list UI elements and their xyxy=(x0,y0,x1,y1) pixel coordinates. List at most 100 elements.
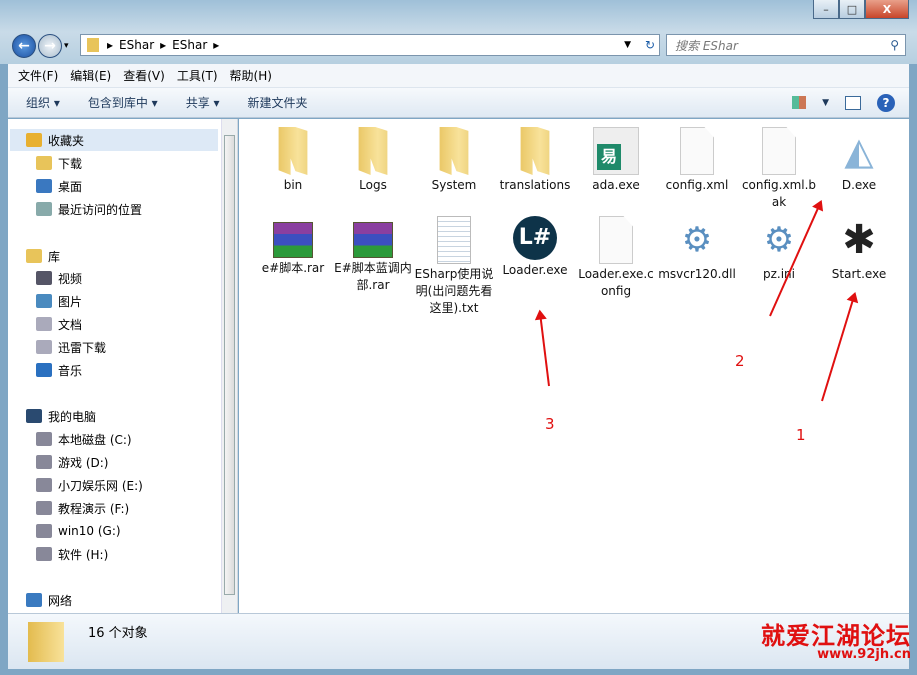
sidebar-item-label: win10 (G:) xyxy=(58,524,121,538)
sidebar-item[interactable]: 库 xyxy=(26,245,60,267)
menu-file[interactable]: 文件(F) xyxy=(18,67,58,84)
item-count: 16 个对象 xyxy=(88,626,148,641)
sidebar-item[interactable]: 最近访问的位置 xyxy=(36,198,142,220)
sidebar-item-label: 图片 xyxy=(58,294,83,309)
sidebar-item-label: 视频 xyxy=(58,271,83,286)
sidebar-item-label: 文档 xyxy=(58,317,83,332)
file-item[interactable]: ESharp使用说明(出问题先看这里).txt xyxy=(414,216,494,317)
search-input[interactable]: 搜索 EShar ⚲ xyxy=(666,34,906,56)
file-name: Start.exe xyxy=(831,267,887,281)
recent-pages-dropdown[interactable]: ▾ xyxy=(64,41,69,51)
annotation-number: 1 xyxy=(796,426,806,444)
include-library-button[interactable]: 包含到库中 ▾ xyxy=(88,94,158,111)
sidebar-item-label: 桌面 xyxy=(58,179,83,194)
sidebar-item[interactable]: 教程演示 (F:) xyxy=(36,497,129,519)
file-item[interactable]: L# Loader.exe xyxy=(495,216,575,279)
folder-icon xyxy=(520,127,550,175)
file-item[interactable]: e#脚本.rar xyxy=(253,216,333,277)
menu-view[interactable]: 查看(V) xyxy=(123,67,165,84)
file-item[interactable]: ⚙ msvcr120.dll xyxy=(657,216,737,283)
library-icon xyxy=(26,249,42,263)
sidebar-item-label: 我的电脑 xyxy=(48,409,97,424)
sidebar-item[interactable]: win10 (G:) xyxy=(36,520,121,542)
file-name: ada.exe xyxy=(592,178,640,192)
sidebar-item[interactable]: 桌面 xyxy=(36,175,82,197)
change-view-icon[interactable] xyxy=(792,96,807,109)
doc-file-icon xyxy=(762,127,796,175)
new-folder-button[interactable]: 新建文件夹 xyxy=(248,94,308,111)
sidebar-item[interactable]: 我的电脑 xyxy=(26,405,96,427)
scrollbar[interactable] xyxy=(221,119,237,613)
sidebar-item[interactable]: 本地磁盘 (C:) xyxy=(36,428,132,450)
refresh-icon[interactable]: ↻ xyxy=(645,38,655,52)
sidebar-item[interactable]: 音乐 xyxy=(36,359,82,381)
sidebar-item[interactable]: 网络 xyxy=(26,589,72,611)
menu-tools[interactable]: 工具(T) xyxy=(177,67,218,84)
sidebar-item-label: 网络 xyxy=(48,593,73,608)
breadcrumb-item[interactable]: EShar xyxy=(119,38,154,52)
sidebar-item[interactable]: 下载 xyxy=(36,152,82,174)
close-button[interactable]: X xyxy=(865,0,909,19)
file-item[interactable]: 易 ada.exe xyxy=(576,127,656,194)
file-item[interactable]: bin xyxy=(253,127,333,194)
file-name: System xyxy=(431,178,477,192)
sidebar-item[interactable]: 收藏夹 xyxy=(10,129,218,151)
menu-bar: 文件(F) 编辑(E) 查看(V) 工具(T) 帮助(H) xyxy=(8,64,909,88)
help-icon[interactable]: ? xyxy=(877,93,895,112)
preview-pane-icon[interactable] xyxy=(845,95,861,110)
sidebar-item[interactable]: 图片 xyxy=(36,290,82,312)
file-name: E#脚本蓝调内部.rar xyxy=(334,261,412,292)
view-dropdown-icon[interactable]: ▼ xyxy=(822,98,829,108)
file-item[interactable]: Loader.exe.config xyxy=(576,216,656,300)
scrollbar-thumb[interactable] xyxy=(224,135,235,595)
minimize-button[interactable]: – xyxy=(813,0,839,19)
gear-file-icon: ⚙ xyxy=(681,220,713,260)
sidebar-item-label: 库 xyxy=(48,249,61,264)
sidebar-item-label: 教程演示 (F:) xyxy=(58,501,130,516)
organize-button[interactable]: 组织 ▾ xyxy=(26,94,60,111)
file-name: config.xml.bak xyxy=(741,178,817,209)
sidebar-item-label: 最近访问的位置 xyxy=(58,202,143,217)
file-name: D.exe xyxy=(841,178,877,192)
file-item[interactable]: config.xml.bak xyxy=(739,127,819,211)
file-item[interactable]: ✱ Start.exe xyxy=(819,216,899,283)
file-item[interactable]: config.xml xyxy=(657,127,737,194)
menu-help[interactable]: 帮助(H) xyxy=(230,67,272,84)
forward-button[interactable]: → xyxy=(38,34,62,58)
share-button[interactable]: 共享 ▾ xyxy=(186,94,220,111)
folder-icon xyxy=(36,340,52,354)
file-item[interactable]: ◭ D.exe xyxy=(819,127,899,194)
folder-icon xyxy=(87,38,99,52)
dexe-file-icon: ◭ xyxy=(844,129,874,173)
sidebar-item[interactable]: 文档 xyxy=(36,313,82,335)
music-icon xyxy=(36,363,52,377)
search-icon[interactable]: ⚲ xyxy=(890,38,899,52)
maximize-button[interactable]: □ xyxy=(839,0,865,19)
sidebar-item[interactable]: 软件 (H:) xyxy=(36,543,108,565)
recent-places-icon xyxy=(36,202,52,216)
drive-icon xyxy=(36,432,52,446)
back-button[interactable]: ← xyxy=(12,34,36,58)
file-item[interactable]: E#脚本蓝调内部.rar xyxy=(333,216,413,294)
rar-file-icon xyxy=(353,222,393,258)
sidebar-item[interactable]: 视频 xyxy=(36,267,82,289)
address-dropdown-icon[interactable]: ▼ xyxy=(624,40,631,50)
menu-edit[interactable]: 编辑(E) xyxy=(70,67,111,84)
sidebar-item-label: 游戏 (D:) xyxy=(58,455,109,470)
sidebar-item[interactable]: 小刀娱乐网 (E:) xyxy=(36,474,143,496)
file-name: Loader.exe.config xyxy=(578,267,654,298)
rar-file-icon xyxy=(273,222,313,258)
breadcrumb-item[interactable]: EShar xyxy=(172,38,207,52)
loader-file-icon: L# xyxy=(513,216,557,260)
address-bar[interactable]: ▸ EShar ▸ EShar ▸ ▼ ↻ xyxy=(80,34,660,56)
file-item[interactable]: System xyxy=(414,127,494,194)
file-item[interactable]: ⚙ pz.ini xyxy=(739,216,819,283)
txt-file-icon xyxy=(437,216,471,264)
document-icon xyxy=(36,317,52,331)
sidebar-item[interactable]: 迅雷下载 xyxy=(36,336,106,358)
command-bar: 组织 ▾ 包含到库中 ▾ 共享 ▾ 新建文件夹 ▼ ? xyxy=(8,88,909,118)
file-name: ESharp使用说明(出问题先看这里).txt xyxy=(414,267,494,315)
file-item[interactable]: translations xyxy=(495,127,575,194)
file-item[interactable]: Logs xyxy=(333,127,413,194)
sidebar-item[interactable]: 游戏 (D:) xyxy=(36,451,108,473)
